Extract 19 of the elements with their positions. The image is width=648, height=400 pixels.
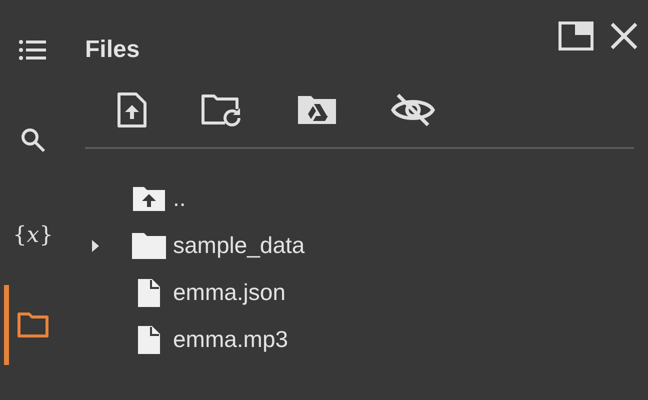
panel-title: Files — [85, 36, 140, 64]
file-name[interactable]: emma.mp3 — [173, 326, 288, 353]
folder-icon[interactable] — [17, 312, 49, 338]
upload-file-icon[interactable] — [117, 92, 147, 128]
window-icon[interactable] — [558, 21, 594, 51]
folder-up-icon — [133, 186, 165, 210]
drive-folder-icon[interactable] — [297, 95, 337, 125]
folder-refresh-icon[interactable] — [201, 93, 243, 127]
file-name[interactable]: .. — [173, 185, 186, 212]
file-name[interactable]: sample_data — [173, 232, 305, 259]
file-icon — [138, 278, 160, 306]
variables-button[interactable]: {x} — [12, 222, 54, 248]
file-icon — [138, 326, 160, 354]
file-name[interactable]: emma.json — [173, 279, 286, 306]
search-icon[interactable] — [20, 127, 46, 153]
menu-icon[interactable] — [18, 39, 48, 61]
eye-off-icon[interactable] — [391, 93, 435, 127]
close-icon[interactable] — [610, 22, 638, 50]
folder-icon — [132, 232, 166, 258]
